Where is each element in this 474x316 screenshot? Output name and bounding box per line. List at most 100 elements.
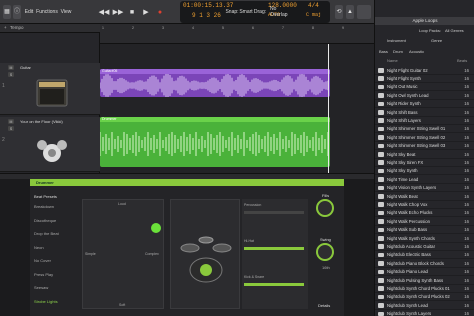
loop-row[interactable]: Night Walk Synth Chords 16 [375,234,474,243]
inspector-button[interactable]: ⓘ [13,5,21,19]
loop-row[interactable]: Nightclub Pulsing Synth Bass 16 [375,276,474,285]
loop-type-icon [378,168,384,174]
edit-menu[interactable]: Edit [24,5,34,19]
loop-row[interactable]: Night Walk Echo Plucks 16 [375,209,474,218]
xy-pad[interactable]: Loud Soft Simple Complex [82,199,164,309]
hihat-slider[interactable] [244,247,304,250]
loop-row[interactable]: Night Sky Beat 16 [375,150,474,159]
column-name[interactable]: Name [387,58,398,63]
loop-row[interactable]: Night Vision Synth Layers 16 [375,184,474,193]
loop-row[interactable]: Night Shimmer String Swell 02 16 [375,133,474,142]
swing-label: Swing [320,237,331,242]
beat-preset-item[interactable]: Drop the Beat [34,231,59,236]
playhead[interactable] [328,44,329,173]
drummer-region[interactable]: Drummer [100,117,330,167]
mute-button[interactable]: M [8,65,14,70]
audio-region-guitar[interactable]: Guitar#05 [100,69,330,97]
loop-row[interactable]: Night Shimmer String Swell 03 16 [375,142,474,151]
keyword-acoustic[interactable]: Acoustic [409,49,424,54]
cycle-button[interactable]: ⟲ [335,5,343,19]
track-number: 2 [2,137,5,143]
metronome-button[interactable]: ▲ [346,5,354,19]
functions-menu[interactable]: Functions [36,5,58,19]
loop-row[interactable]: Night Out Music 16 [375,83,474,92]
arrange-area[interactable]: Guitar#05 Drummer [100,44,374,173]
loop-row[interactable]: Nightclub Synth Chord Plucks 02 16 [375,293,474,302]
loop-row[interactable]: Nightclub Piano Lead 16 [375,268,474,277]
keyword-drum[interactable]: Drum [393,49,403,54]
loop-beats: 16 [464,75,469,81]
record-button[interactable]: ● [154,5,166,19]
ruler[interactable]: 1 2 3 4 5 6 7 8 9 [100,24,374,44]
loop-row[interactable]: Nightclub Piano Block Chords 16 [375,259,474,268]
loop-row[interactable]: Nightclub Synth Lead 16 [375,301,474,310]
loop-name: Night Rider Synth [387,101,421,107]
loop-row[interactable]: Night Time Lead 16 [375,175,474,184]
loop-row[interactable]: Night Flight Guitar 02 16 [375,66,474,75]
loop-row[interactable]: Night Shimmer String Swell 01 16 [375,125,474,134]
solo-button[interactable]: S [8,126,14,131]
xy-puck[interactable] [151,223,161,233]
add-track-icon[interactable]: + [4,25,7,30]
rewind-button[interactable]: ◀◀ [98,5,110,19]
loop-name: Nightclub Synth Layers [387,311,432,316]
loop-row[interactable]: Nightclub Electric Bass 16 [375,251,474,260]
snap-select[interactable]: Smart [239,5,252,19]
kick-snare-slider[interactable] [244,283,304,286]
beat-preset-item[interactable]: No Cover [34,258,51,263]
loop-type-icon [378,160,384,165]
ruler-bar-number: 6 [252,26,254,30]
master-volume-slider[interactable] [357,5,371,19]
beat-preset-item[interactable]: Breakdown [34,204,54,209]
loop-row[interactable]: Night Rider Synth 16 [375,100,474,109]
play-button[interactable]: ▶ [140,5,152,19]
keyword-bass[interactable]: Bass [379,49,388,54]
loop-beats: 16 [464,67,469,73]
genre-tab[interactable]: Genre [431,38,442,43]
drum-kit-pad[interactable] [170,199,240,309]
swing-value: 16th [322,265,330,270]
ruler-bar-number: 4 [192,26,194,30]
loop-row[interactable]: Night Walk Sub Bass 16 [375,226,474,235]
percussion-slider[interactable] [244,211,304,214]
stop-button[interactable]: ■ [126,5,138,19]
loop-row[interactable]: Nightclub Synth Chord Plucks 01 16 [375,284,474,293]
loop-row[interactable]: Night Walk Chop Vox 16 [375,200,474,209]
genres-select[interactable]: All Genres [445,28,464,33]
forward-button[interactable]: ▶▶ [112,5,124,19]
loop-row[interactable]: Night Walk Percussion 16 [375,217,474,226]
loop-name: Night Shift Bass [387,109,418,115]
details-button[interactable]: Details [318,303,330,308]
drag-select[interactable]: No Overlap [270,5,290,19]
loop-type-icon [378,194,384,199]
loop-row[interactable]: Night Walk Beat 16 [375,192,474,201]
loop-row[interactable]: Night Flight Synth 16 [375,74,474,83]
track-header-guitar[interactable]: 1 Guitar M S [0,63,100,115]
solo-button[interactable]: S [8,72,14,77]
loop-row[interactable]: Night Shift Bass 16 [375,108,474,117]
loop-row[interactable]: Night Owl Synth Lead 16 [375,91,474,100]
instrument-tab[interactable]: Instrument [387,38,406,43]
beat-preset-item[interactable]: Neon [34,245,44,250]
beat-preset-item[interactable]: Press Play [34,272,53,277]
loop-beats: 16 [464,201,469,207]
track-header-drummer[interactable]: 2 Your on the Floor (Vikki) M S [0,117,100,172]
beat-preset-item[interactable]: Discotheque [34,218,56,223]
loop-row[interactable]: Night Sky Siren FX 16 [375,158,474,167]
swing-knob[interactable] [316,243,334,261]
loop-row[interactable]: Night Sky Synth 16 [375,167,474,176]
loop-row[interactable]: Night Shift Layers 16 [375,116,474,125]
loop-type-icon [378,84,384,90]
loop-row[interactable]: Nightclub Synth Layers 16 [375,310,474,316]
beat-preset-item[interactable]: Seesaw [34,285,48,290]
loop-type-icon [378,210,384,216]
view-menu[interactable]: View [60,5,72,19]
library-button[interactable]: ▦ [3,5,11,19]
fills-knob[interactable] [316,199,334,217]
loop-row[interactable]: Nightclub Acoustic Guitar 16 [375,242,474,251]
beat-preset-item[interactable]: Strobe Lights [34,299,58,304]
column-beats[interactable]: Beats [457,58,467,63]
loop-name: Night Flight Synth [387,75,421,81]
mute-button[interactable]: M [8,119,14,124]
loop-name: Nightclub Acoustic Guitar [387,243,436,249]
